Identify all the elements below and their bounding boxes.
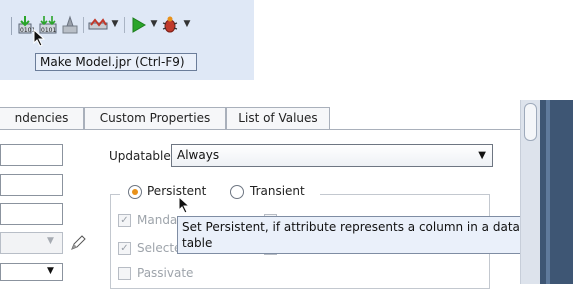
mouse-cursor-icon — [33, 29, 46, 47]
debug-dropdown-icon[interactable]: ▼ — [182, 16, 192, 32]
debug-button[interactable] — [160, 13, 180, 37]
mandatory-label: Manda — [137, 213, 178, 227]
tooltip: Set Persistent, if attribute represents … — [177, 216, 563, 254]
text-field[interactable] — [0, 203, 63, 225]
chevron-down-icon: ▼ — [478, 150, 486, 161]
transient-label: Transient — [250, 184, 305, 198]
tooltip: Make Model.jpr (Ctrl-F9) — [35, 53, 197, 71]
selected-label: Selecte — [137, 241, 182, 255]
tab-divider — [0, 129, 520, 130]
run-button[interactable] — [128, 13, 148, 37]
updatable-select[interactable]: Always ▼ — [171, 144, 493, 167]
selected-checkbox[interactable]: ✓ — [118, 242, 131, 255]
persistent-label: Persistent — [147, 184, 207, 198]
scrollbar-thumb[interactable] — [524, 103, 537, 141]
chevron-down-icon: ▼ — [47, 266, 54, 276]
updatable-label: Updatable: — [109, 149, 175, 163]
text-field[interactable] — [0, 174, 63, 196]
run-icon — [132, 17, 146, 33]
tab-bar: ndencies Custom Properties List of Value… — [0, 107, 330, 130]
tab-custom-properties[interactable]: Custom Properties — [84, 107, 226, 130]
run-dropdown-icon[interactable]: ▼ — [149, 16, 159, 32]
persistent-radio[interactable] — [128, 185, 142, 199]
passivate-checkbox[interactable] — [118, 267, 131, 280]
transient-radio[interactable] — [230, 185, 244, 199]
toolbar-separator — [83, 17, 84, 33]
mouse-cursor-icon — [178, 196, 191, 214]
passivate-label: Passivate — [137, 266, 194, 280]
pencil-icon[interactable] — [69, 234, 87, 252]
clean-icon — [62, 15, 78, 34]
deploy-dropdown-icon[interactable]: ▼ — [110, 16, 120, 32]
select-field[interactable]: ▼ — [0, 263, 63, 281]
toolbar-separator — [11, 17, 12, 35]
make-icon: 0101 — [18, 16, 34, 34]
clean-button[interactable] — [60, 13, 80, 37]
deploy-icon — [88, 18, 108, 30]
debug-icon — [162, 16, 178, 33]
toolbar-separator — [124, 17, 125, 33]
make-button[interactable]: 0101 — [15, 13, 35, 37]
tab-dependencies[interactable]: ndencies — [0, 107, 84, 130]
deploy-button[interactable] — [88, 13, 108, 37]
side-panel — [540, 100, 573, 284]
svg-text:0101: 0101 — [20, 27, 34, 34]
panel-divider — [546, 100, 550, 284]
mandatory-checkbox[interactable]: ✓ — [118, 214, 131, 227]
text-field[interactable] — [0, 144, 63, 166]
chevron-down-icon: ▼ — [47, 236, 54, 246]
updatable-value: Always — [177, 148, 220, 162]
tab-list-of-values[interactable]: List of Values — [226, 107, 330, 130]
disabled-select: ▼ — [0, 232, 63, 254]
